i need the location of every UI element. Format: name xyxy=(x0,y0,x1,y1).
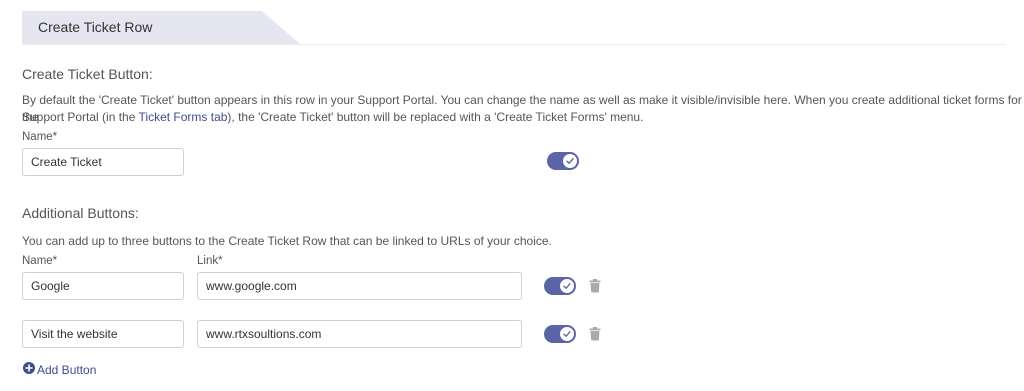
ticket-forms-tab-link[interactable]: Ticket Forms tab xyxy=(139,110,228,124)
additional-buttons-heading: Additional Buttons: xyxy=(22,205,139,221)
button-1-visibility-toggle[interactable] xyxy=(544,277,576,295)
button-1-link-input[interactable] xyxy=(197,272,522,300)
create-ticket-name-input[interactable] xyxy=(22,148,184,176)
additional-buttons-description: You can add up to three buttons to the C… xyxy=(22,234,552,248)
create-ticket-description-line-2: Support Portal (in the Ticket Forms tab)… xyxy=(22,109,643,126)
create-ticket-heading: Create Ticket Button: xyxy=(22,66,153,82)
add-button[interactable]: Add Button xyxy=(23,361,96,379)
delete-button-1-trash-icon[interactable] xyxy=(589,279,601,293)
name-column-label: Name* xyxy=(22,255,58,267)
add-button-label: Add Button xyxy=(37,363,97,377)
button-2-visibility-toggle[interactable] xyxy=(544,325,576,343)
create-ticket-name-label: Name* xyxy=(22,131,58,143)
section-title: Create Ticket Row xyxy=(38,19,153,35)
create-ticket-visibility-toggle[interactable] xyxy=(547,152,579,170)
button-1-name-input[interactable] xyxy=(22,272,184,300)
button-2-link-input[interactable] xyxy=(197,320,522,348)
check-icon xyxy=(560,327,574,341)
link-column-label: Link* xyxy=(197,255,223,267)
description-text: ), the 'Create Ticket' button will be re… xyxy=(227,110,644,124)
plus-circle-icon xyxy=(23,361,35,379)
button-2-name-input[interactable] xyxy=(22,320,184,348)
description-text: Support Portal (in the xyxy=(22,110,139,124)
delete-button-2-trash-icon[interactable] xyxy=(589,327,601,341)
section-divider xyxy=(22,44,1006,45)
check-icon xyxy=(560,279,574,293)
check-icon xyxy=(563,154,577,168)
